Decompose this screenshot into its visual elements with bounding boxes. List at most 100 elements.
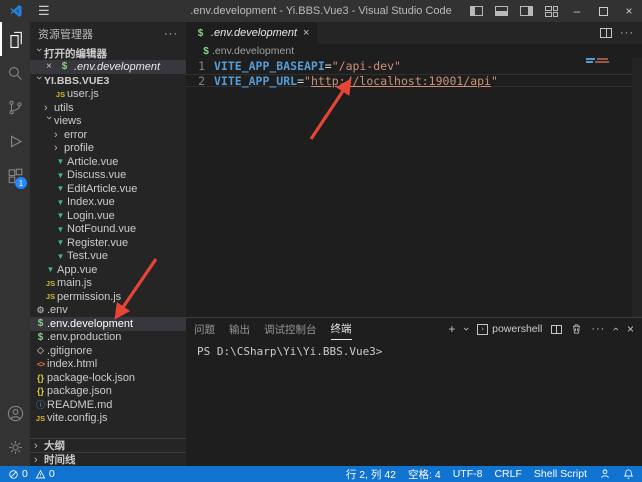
problems-status[interactable]: 0 0 [8, 468, 55, 480]
tree-item-label: vite.config.js [47, 412, 108, 424]
explorer-icon[interactable] [0, 22, 30, 56]
minimap[interactable] [586, 58, 616, 64]
tree-item-profile[interactable]: ›profile [30, 142, 186, 156]
code-line-2[interactable]: 2VITE_APP_URL="http://localhost:19001/ap… [186, 74, 642, 88]
timeline-section[interactable]: › 时间线 [30, 452, 186, 466]
tree-item-label: Test.vue [67, 250, 108, 262]
tree-item-package-lock.json[interactable]: {}package-lock.json [30, 371, 186, 385]
close-editor-icon[interactable]: × [46, 61, 58, 72]
extensions-icon[interactable]: 1 [0, 158, 30, 192]
maximize-panel-icon[interactable]: › [610, 327, 622, 331]
panel-tab[interactable]: 输出 [229, 318, 250, 340]
chevron-right-icon: › [34, 454, 44, 466]
toggle-secondary-sidebar-icon[interactable] [520, 6, 533, 16]
tab-close-icon[interactable]: × [303, 27, 309, 39]
tree-item-.env.development[interactable]: $.env.development [30, 317, 186, 331]
js-icon: JS [34, 414, 47, 423]
tree-item-register.vue[interactable]: ▼Register.vue [30, 236, 186, 250]
panel-tab[interactable]: 终端 [331, 318, 352, 340]
status-item[interactable]: CRLF [494, 468, 521, 480]
tree-item-utils[interactable]: ›utils [30, 101, 186, 115]
menu-icon[interactable]: ☰ [38, 3, 50, 19]
code-token-operator: = [297, 74, 304, 88]
shell-selector[interactable]: › powershell [477, 323, 542, 335]
open-editor-item[interactable]: ×$.env.development [30, 60, 186, 74]
tree-item-index.vue[interactable]: ▼Index.vue [30, 196, 186, 210]
vue-icon: ▼ [54, 252, 67, 261]
tree-item-label: package.json [47, 385, 112, 397]
tree-item-views[interactable]: ›views [30, 115, 186, 129]
tree-item-discuss.vue[interactable]: ▼Discuss.vue [30, 169, 186, 183]
tree-item-readme.md[interactable]: ⓘREADME.md [30, 398, 186, 412]
tab-env-development[interactable]: $ .env.development × [186, 22, 317, 44]
panel-tab[interactable]: 调试控制台 [264, 318, 317, 340]
new-terminal-icon[interactable]: + [448, 322, 455, 336]
notifications-bell-icon[interactable] [623, 468, 634, 480]
minimize-button[interactable]: – [564, 0, 590, 22]
close-panel-icon[interactable]: × [627, 322, 634, 336]
tree-item-login.vue[interactable]: ▼Login.vue [30, 209, 186, 223]
code-line-1[interactable]: 1VITE_APP_BASEAPI="/api-dev" [186, 60, 642, 74]
tree-item-label: views [54, 115, 82, 127]
feedback-icon[interactable] [599, 468, 611, 480]
status-item[interactable]: UTF-8 [453, 468, 483, 480]
status-item[interactable]: 行 2, 列 42 [346, 467, 396, 482]
title-bar: ☰ .env.development - Yi.BBS.Vue3 - Visua… [0, 0, 642, 22]
panel-more-actions-icon[interactable]: ··· [591, 323, 605, 335]
tree-item-article.vue[interactable]: ▼Article.vue [30, 155, 186, 169]
tree-item-index.html[interactable]: <>index.html [30, 358, 186, 372]
tree-item-app.vue[interactable]: ▼App.vue [30, 263, 186, 277]
tree-item-user.js[interactable]: JSuser.js [30, 88, 186, 102]
explorer-more-actions-icon[interactable]: ··· [164, 28, 178, 40]
toggle-sidebar-icon[interactable] [470, 6, 483, 16]
close-button[interactable]: × [616, 0, 642, 22]
sidebar-title: 资源管理器 [38, 26, 93, 42]
tree-item-.env[interactable]: ⚙.env [30, 304, 186, 318]
tree-item-.env.production[interactable]: $.env.production [30, 331, 186, 345]
tree-item-permission.js[interactable]: JSpermission.js [30, 290, 186, 304]
tree-item-editarticle.vue[interactable]: ▼EditArticle.vue [30, 182, 186, 196]
open-editors-section[interactable]: › 打开的编辑器 [30, 46, 186, 60]
html-icon: <> [34, 360, 47, 369]
terminal-dropdown-icon[interactable]: › [460, 327, 472, 331]
toggle-panel-icon[interactable] [495, 6, 508, 16]
split-terminal-icon[interactable] [551, 325, 562, 334]
customize-layout-icon[interactable] [545, 6, 558, 17]
tree-item-test.vue[interactable]: ▼Test.vue [30, 250, 186, 264]
code-token-string-link[interactable]: http://localhost:19001/api [311, 74, 491, 88]
status-item[interactable]: Shell Script [534, 468, 587, 480]
accounts-icon[interactable] [0, 396, 30, 430]
tree-item-notfound.vue[interactable]: ▼NotFound.vue [30, 223, 186, 237]
settings-gear-icon[interactable] [0, 430, 30, 464]
tree-item-main.js[interactable]: JSmain.js [30, 277, 186, 291]
run-debug-icon[interactable] [0, 124, 30, 158]
chevron-right-icon: › [54, 142, 64, 154]
shell-icon: $ [194, 28, 207, 39]
search-icon[interactable] [0, 56, 30, 90]
split-editor-icon[interactable] [600, 28, 612, 38]
tree-item-package.json[interactable]: {}package.json [30, 385, 186, 399]
terminal-output[interactable]: PS D:\CSharp\Yi\Yi.BBS.Vue3> [186, 340, 642, 466]
tree-item-label: index.html [47, 358, 97, 370]
project-root-section[interactable]: › YI.BBS.VUE3 [30, 74, 186, 88]
panel-tab[interactable]: 问题 [194, 318, 215, 340]
source-control-icon[interactable] [0, 90, 30, 124]
status-item[interactable]: 空格: 4 [408, 467, 441, 482]
breadcrumb[interactable]: $ .env.development [186, 44, 642, 58]
tree-item-error[interactable]: ›error [30, 128, 186, 142]
shell-icon: $ [34, 332, 47, 343]
explorer-sidebar: 资源管理器 ··· › 打开的编辑器 ×$.env.development › … [30, 22, 186, 466]
line-number: 1 [186, 60, 214, 74]
vue-icon: ▼ [44, 265, 57, 274]
maximize-button[interactable] [590, 0, 616, 22]
editor-scrollbar[interactable] [632, 58, 642, 317]
tree-item-.gitignore[interactable]: ◇.gitignore [30, 344, 186, 358]
outline-section[interactable]: › 大纲 [30, 438, 186, 452]
js-icon: JS [44, 292, 57, 301]
editor-more-actions-icon[interactable]: ··· [620, 27, 634, 39]
tree-item-vite.config.js[interactable]: JSvite.config.js [30, 412, 186, 426]
vscode-logo [8, 4, 24, 18]
code-editor[interactable]: 1VITE_APP_BASEAPI="/api-dev"2VITE_APP_UR… [186, 58, 642, 317]
kill-terminal-icon[interactable] [571, 323, 582, 335]
tree-item-label: .env [47, 304, 68, 316]
